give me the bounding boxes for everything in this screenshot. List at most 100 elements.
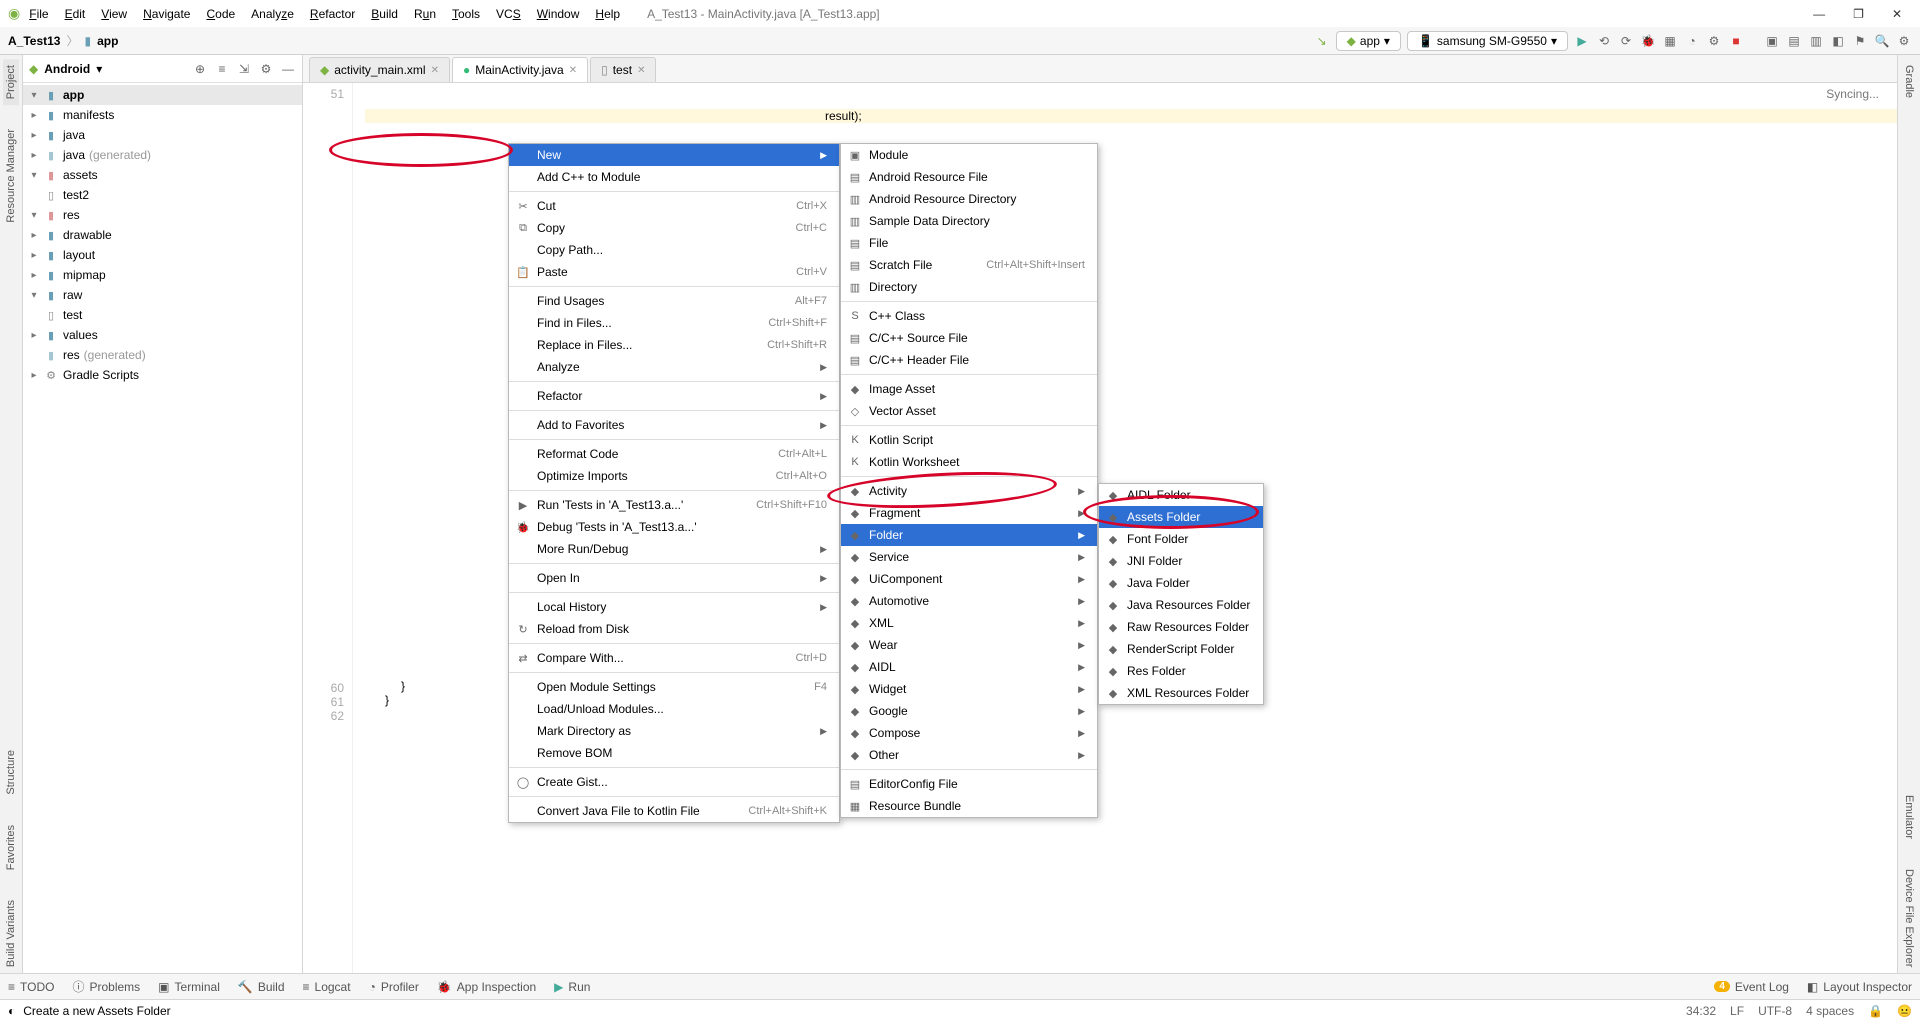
menu-item[interactable]: 📋PasteCtrl+V <box>509 261 839 283</box>
tab-structure[interactable]: Structure <box>3 744 19 801</box>
menu-item[interactable]: ◆Java Folder <box>1099 572 1263 594</box>
line-ending[interactable]: LF <box>1730 1004 1744 1018</box>
tab-profiler[interactable]: ◔Profiler <box>369 980 419 994</box>
tree-values[interactable]: ▸▮values <box>23 325 302 345</box>
menu-item[interactable]: New▶ <box>509 144 839 166</box>
menu-item[interactable]: Copy Path... <box>509 239 839 261</box>
minimize-button[interactable]: — <box>1813 7 1825 21</box>
menu-item[interactable]: Optimize ImportsCtrl+Alt+O <box>509 465 839 487</box>
menu-code[interactable]: Code <box>199 4 242 24</box>
apply-code-icon[interactable]: ⟳ <box>1618 33 1634 49</box>
menu-item[interactable]: Reformat CodeCtrl+Alt+L <box>509 443 839 465</box>
menu-item[interactable]: KKotlin Script <box>841 429 1097 451</box>
run-button[interactable]: ▶ <box>1574 33 1590 49</box>
menu-item[interactable]: More Run/Debug▶ <box>509 538 839 560</box>
tab-activity-main[interactable]: ◆activity_main.xml✕ <box>309 57 450 82</box>
menu-item[interactable]: ◆RenderScript Folder <box>1099 638 1263 660</box>
tab-gradle[interactable]: Gradle <box>1901 59 1917 104</box>
menu-navigate[interactable]: Navigate <box>136 4 197 24</box>
menu-item[interactable]: 🐞Debug 'Tests in 'A_Test13.a...' <box>509 516 839 538</box>
menu-item[interactable]: Open In▶ <box>509 567 839 589</box>
menu-item[interactable]: Replace in Files...Ctrl+Shift+R <box>509 334 839 356</box>
menu-item[interactable]: ◇Vector Asset <box>841 400 1097 422</box>
tab-event-log[interactable]: 4Event Log <box>1714 980 1789 994</box>
tree-test2[interactable]: ▯test2 <box>23 185 302 205</box>
menu-item[interactable]: ▤C/C++ Header File <box>841 349 1097 371</box>
tab-device-file-explorer[interactable]: Device File Explorer <box>1901 863 1917 973</box>
menu-item[interactable]: ▤EditorConfig File <box>841 773 1097 795</box>
encoding[interactable]: UTF-8 <box>1758 1004 1792 1018</box>
menu-item[interactable]: Open Module SettingsF4 <box>509 676 839 698</box>
menu-item[interactable]: Add C++ to Module <box>509 166 839 188</box>
menu-help[interactable]: Help <box>588 4 627 24</box>
menu-item[interactable]: SC++ Class <box>841 305 1097 327</box>
tab-todo[interactable]: ≡TODO <box>8 980 54 994</box>
menu-item[interactable]: ◆Service▶ <box>841 546 1097 568</box>
menu-view[interactable]: View <box>94 4 134 24</box>
device-selector[interactable]: 📱 samsung SM-G9550 ▾ <box>1407 31 1568 51</box>
menu-item[interactable]: KKotlin Worksheet <box>841 451 1097 473</box>
collapse-icon[interactable]: ⇲ <box>236 61 252 77</box>
maximize-button[interactable]: ❐ <box>1853 7 1864 21</box>
tab-favorites[interactable]: Favorites <box>3 819 19 876</box>
menu-item[interactable]: ◆Compose▶ <box>841 722 1097 744</box>
menu-build[interactable]: Build <box>364 4 405 24</box>
menu-item[interactable]: ◆Other▶ <box>841 744 1097 766</box>
debug-button[interactable]: 🐞 <box>1640 33 1656 49</box>
cursor-position[interactable]: 34:32 <box>1686 1004 1716 1018</box>
menu-item[interactable]: ◆Assets Folder <box>1099 506 1263 528</box>
menu-item[interactable]: ◆Activity▶ <box>841 480 1097 502</box>
menu-item[interactable]: ◆Res Folder <box>1099 660 1263 682</box>
menu-item[interactable]: ◆Wear▶ <box>841 634 1097 656</box>
menu-item[interactable]: ◆Folder▶ <box>841 524 1097 546</box>
menu-item[interactable]: ◆UiComponent▶ <box>841 568 1097 590</box>
tree-manifests[interactable]: ▸▮manifests <box>23 105 302 125</box>
tab-layout-inspector[interactable]: ◧Layout Inspector <box>1807 980 1912 994</box>
tab-app-inspection[interactable]: 🐞App Inspection <box>437 980 536 994</box>
menu-edit[interactable]: Edit <box>58 4 93 24</box>
tree-res-generated[interactable]: ▮res (generated) <box>23 345 302 365</box>
tree-assets[interactable]: ▾▮assets <box>23 165 302 185</box>
menu-item[interactable]: ▣Module <box>841 144 1097 166</box>
attach-debugger-icon[interactable]: ⚙ <box>1706 33 1722 49</box>
layout-inspector-icon[interactable]: ◧ <box>1830 33 1846 49</box>
tree-raw[interactable]: ▾▮raw <box>23 285 302 305</box>
hide-icon[interactable]: — <box>280 61 296 77</box>
menu-item[interactable]: ◆Raw Resources Folder <box>1099 616 1263 638</box>
menu-file[interactable]: File <box>22 4 55 24</box>
menu-item[interactable]: ◆Font Folder <box>1099 528 1263 550</box>
close-icon[interactable]: ✕ <box>569 65 577 76</box>
menu-item[interactable]: ◆XML Resources Folder <box>1099 682 1263 704</box>
menu-item[interactable]: Find in Files...Ctrl+Shift+F <box>509 312 839 334</box>
sync-icon[interactable]: ↘ <box>1314 33 1330 49</box>
menu-refactor[interactable]: Refactor <box>303 4 362 24</box>
avd-manager-icon[interactable]: ▣ <box>1764 33 1780 49</box>
tab-terminal[interactable]: ▣Terminal <box>158 980 220 994</box>
menu-item[interactable]: ▤Scratch FileCtrl+Alt+Shift+Insert <box>841 254 1097 276</box>
menu-item[interactable]: Local History▶ <box>509 596 839 618</box>
tab-logcat[interactable]: ≡Logcat <box>303 980 351 994</box>
settings-icon[interactable]: ⚙ <box>1896 33 1912 49</box>
tree-layout[interactable]: ▸▮layout <box>23 245 302 265</box>
tab-project[interactable]: Project <box>3 59 19 105</box>
indent[interactable]: 4 spaces <box>1806 1004 1854 1018</box>
tab-mainactivity[interactable]: ●MainActivity.java✕ <box>452 57 588 82</box>
menu-item[interactable]: ▥Android Resource Directory <box>841 188 1097 210</box>
breadcrumb-root[interactable]: A_Test13 <box>8 34 60 48</box>
coverage-icon[interactable]: ▦ <box>1662 33 1678 49</box>
menu-item[interactable]: ⧉CopyCtrl+C <box>509 217 839 239</box>
menu-item[interactable]: ◆Automotive▶ <box>841 590 1097 612</box>
menu-item[interactable]: Convert Java File to Kotlin FileCtrl+Alt… <box>509 800 839 822</box>
dropdown-icon[interactable]: ▾ <box>96 62 102 76</box>
tree-mipmap[interactable]: ▸▮mipmap <box>23 265 302 285</box>
menu-item[interactable]: ◆Widget▶ <box>841 678 1097 700</box>
menu-run[interactable]: Run <box>407 4 443 24</box>
menu-item[interactable]: ◆Image Asset <box>841 378 1097 400</box>
menu-item[interactable]: ▶Run 'Tests in 'A_Test13.a...'Ctrl+Shift… <box>509 494 839 516</box>
menu-item[interactable]: ▤File <box>841 232 1097 254</box>
tab-emulator[interactable]: Emulator <box>1901 789 1917 845</box>
balloon-icon[interactable]: ◐ <box>8 1004 15 1018</box>
search-icon[interactable]: 🔍 <box>1874 33 1890 49</box>
menu-item[interactable]: Add to Favorites▶ <box>509 414 839 436</box>
tree-app[interactable]: ▾▮app <box>23 85 302 105</box>
